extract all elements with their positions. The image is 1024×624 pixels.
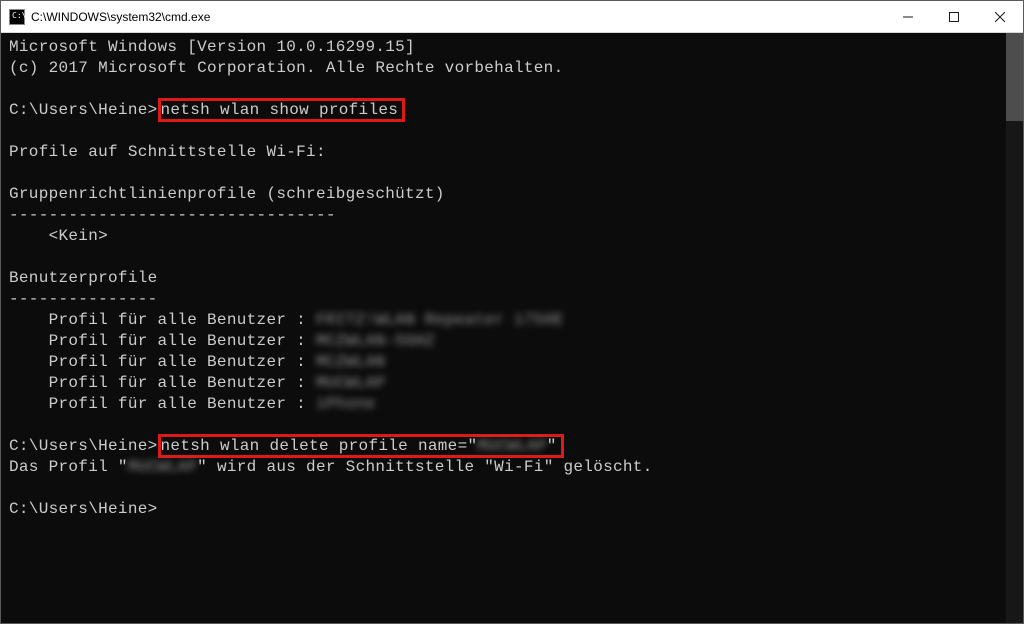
output-line: Benutzerprofile xyxy=(9,269,158,287)
window-controls xyxy=(885,1,1023,32)
profile-row: Profil für alle Benutzer : iPhone xyxy=(9,395,375,413)
output-line: Gruppenrichtlinienprofile (schreibgeschü… xyxy=(9,185,445,203)
close-button[interactable] xyxy=(977,1,1023,33)
minimize-button[interactable] xyxy=(885,1,931,33)
prompt: C:\Users\Heine> xyxy=(9,500,158,518)
profile-row: Profil für alle Benutzer : MCZWLAN-5GHZ xyxy=(9,332,435,350)
titlebar[interactable]: C:\ C:\WINDOWS\system32\cmd.exe xyxy=(1,1,1023,33)
prompt: C:\Users\Heine> xyxy=(9,101,158,119)
highlight-command-2: netsh wlan delete profile name="MUCWLAP" xyxy=(158,434,564,458)
output-line: --------------- xyxy=(9,290,158,308)
output-line: Das Profil "MUCWLAP" wird aus der Schnit… xyxy=(9,458,653,476)
maximize-button[interactable] xyxy=(931,1,977,33)
prompt: C:\Users\Heine> xyxy=(9,437,158,455)
banner-line: Microsoft Windows [Version 10.0.16299.15… xyxy=(9,38,415,56)
profile-row: Profil für alle Benutzer : MUCWLAP xyxy=(9,374,385,392)
cmd-window: C:\ C:\WINDOWS\system32\cmd.exe Microsof… xyxy=(0,0,1024,624)
vertical-scrollbar[interactable] xyxy=(1006,33,1023,623)
terminal-output[interactable]: Microsoft Windows [Version 10.0.16299.15… xyxy=(1,33,1006,623)
highlight-command-1: netsh wlan show profiles xyxy=(158,98,406,122)
banner-line: (c) 2017 Microsoft Corporation. Alle Rec… xyxy=(9,59,564,77)
profile-row: Profil für alle Benutzer : FRITZ!WLAN Re… xyxy=(9,311,564,329)
cmd-icon: C:\ xyxy=(9,9,25,25)
output-line: --------------------------------- xyxy=(9,206,336,224)
scrollbar-thumb[interactable] xyxy=(1006,33,1023,121)
profile-row: Profil für alle Benutzer : MCZWLAN xyxy=(9,353,385,371)
output-line: Profile auf Schnittstelle Wi-Fi: xyxy=(9,143,326,161)
output-line: <Kein> xyxy=(9,227,108,245)
terminal-area: Microsoft Windows [Version 10.0.16299.15… xyxy=(1,33,1023,623)
window-title: C:\WINDOWS\system32\cmd.exe xyxy=(31,10,885,24)
